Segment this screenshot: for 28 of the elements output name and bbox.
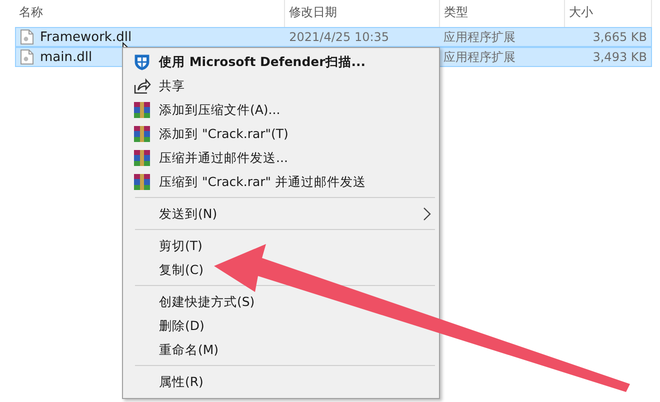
- archive-icon: [133, 173, 151, 191]
- file-type: 应用程序扩展: [444, 48, 516, 66]
- archive-icon: [133, 125, 151, 143]
- menu-item[interactable]: 添加到 "Crack.rar"(T): [125, 122, 437, 146]
- archive-icon: [133, 149, 151, 167]
- chevron-right-icon: [423, 207, 431, 221]
- menu-item[interactable]: 发送到(N): [125, 202, 437, 226]
- modified-date: 2021/4/25 10:35: [289, 30, 390, 44]
- menu-item[interactable]: 剪切(T): [125, 234, 437, 258]
- menu-item[interactable]: 属性(R): [125, 370, 437, 394]
- archive-icon: [133, 101, 151, 119]
- file-size: 3,665 KB: [592, 30, 648, 44]
- file-icon: [20, 29, 34, 45]
- file-size: 3,493 KB: [592, 50, 648, 64]
- file-icon: [20, 49, 34, 65]
- file-name: main.dll: [40, 50, 92, 64]
- shield-icon: [133, 53, 151, 71]
- share-icon: [133, 77, 151, 95]
- file-row[interactable]: Framework.dll 2021/4/25 10:35 应用程序扩展 3,665 KB: [15, 27, 652, 47]
- menu-item[interactable]: 重命名(M): [125, 338, 437, 362]
- menu-item[interactable]: 复制(C): [125, 258, 437, 282]
- menu-item[interactable]: 压缩到 "Crack.rar" 并通过邮件发送: [125, 170, 437, 194]
- file-name: Framework.dll: [40, 30, 132, 44]
- menu-item[interactable]: 共享: [125, 74, 437, 98]
- menu-item[interactable]: 压缩并通过邮件发送...: [125, 146, 437, 170]
- menu-item[interactable]: 创建快捷方式(S): [125, 290, 437, 314]
- menu-item[interactable]: 添加到压缩文件(A)...: [125, 98, 437, 122]
- file-type: 应用程序扩展: [444, 28, 516, 46]
